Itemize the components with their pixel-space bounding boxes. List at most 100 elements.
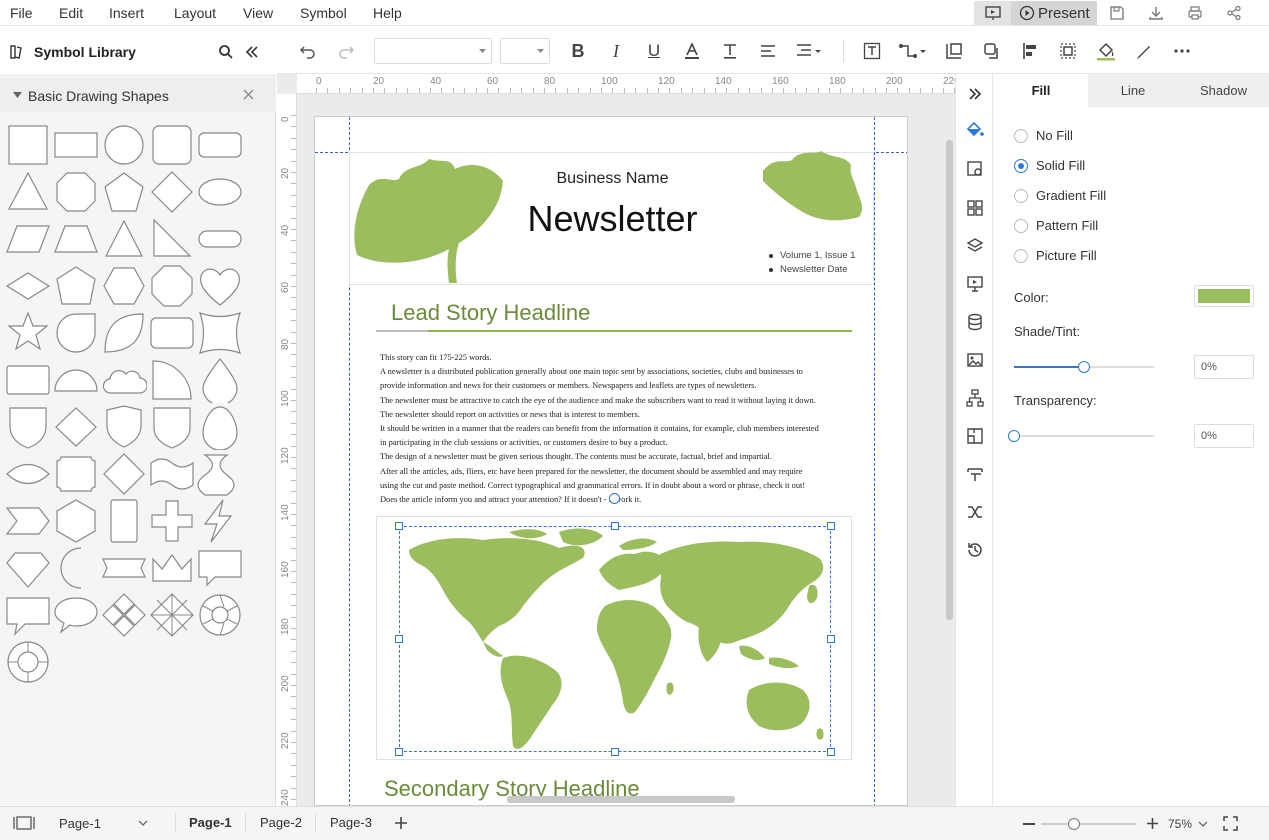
newsletter-title[interactable]: Newsletter bbox=[465, 198, 760, 240]
text-style-icon[interactable] bbox=[717, 38, 743, 64]
slider-thumb[interactable] bbox=[1068, 818, 1081, 830]
shape-droplet[interactable] bbox=[196, 357, 244, 403]
shape-square[interactable] bbox=[4, 122, 52, 168]
shade-slider[interactable] bbox=[1014, 361, 1154, 373]
shape-lightning[interactable] bbox=[196, 498, 244, 544]
shape-trapezoid[interactable] bbox=[52, 216, 100, 262]
shape-rectangle[interactable] bbox=[52, 122, 100, 168]
shape-tall-rect[interactable] bbox=[100, 498, 148, 544]
business-name[interactable]: Business Name bbox=[465, 170, 760, 188]
chevron-down-icon[interactable] bbox=[1198, 821, 1208, 827]
page-layout-icon[interactable] bbox=[13, 816, 35, 830]
collapse-panel-icon[interactable] bbox=[244, 44, 260, 60]
bold-icon[interactable]: B bbox=[565, 38, 591, 64]
menu-help[interactable]: Help bbox=[373, 5, 402, 21]
tab-page-2[interactable]: Page-2 bbox=[260, 815, 302, 830]
floor-plan-icon[interactable] bbox=[965, 426, 985, 446]
shape-teardrop-rounded[interactable] bbox=[52, 310, 100, 356]
expand-panel-icon[interactable] bbox=[965, 84, 985, 104]
shape-pill[interactable] bbox=[196, 216, 244, 262]
page-select[interactable]: Page-1 bbox=[59, 816, 101, 831]
zoom-out-icon[interactable] bbox=[1023, 823, 1035, 825]
tab-page-1[interactable]: Page-1 bbox=[189, 815, 232, 830]
shape-leaf[interactable] bbox=[100, 310, 148, 356]
shape-curved-banner[interactable] bbox=[196, 451, 244, 497]
selection-box[interactable] bbox=[399, 526, 831, 752]
pattern-fill-option[interactable]: Pattern Fill bbox=[1014, 218, 1098, 233]
chevron-down-icon[interactable] bbox=[138, 820, 148, 826]
connector-icon[interactable] bbox=[897, 38, 929, 64]
solid-fill-option[interactable]: Solid Fill bbox=[1014, 158, 1085, 173]
radio-button[interactable] bbox=[1014, 248, 1028, 263]
shape-crown[interactable] bbox=[148, 545, 196, 591]
radio-button[interactable] bbox=[1014, 188, 1028, 203]
redo-icon[interactable] bbox=[333, 38, 359, 64]
zoom-level[interactable]: 75% bbox=[1168, 817, 1192, 831]
shape-rounded-square[interactable] bbox=[148, 122, 196, 168]
resize-handle-n[interactable] bbox=[611, 522, 619, 530]
zoom-slider[interactable] bbox=[1041, 818, 1136, 830]
presentation-screen-icon[interactable] bbox=[983, 4, 1003, 22]
font-size-select[interactable] bbox=[500, 38, 550, 64]
font-family-select[interactable] bbox=[374, 38, 492, 64]
lead-story-body[interactable]: This story can fit 175-225 words. A news… bbox=[380, 351, 860, 507]
color-picker[interactable] bbox=[1194, 285, 1254, 307]
shape-chevron[interactable] bbox=[4, 498, 52, 544]
layers-icon[interactable] bbox=[965, 236, 985, 256]
shape-cloud[interactable] bbox=[100, 357, 148, 403]
save-icon[interactable] bbox=[1106, 1, 1128, 25]
transparency-value-input[interactable]: 0% bbox=[1194, 424, 1254, 448]
present-button[interactable]: Present bbox=[1011, 1, 1097, 25]
tab-fill[interactable]: Fill bbox=[994, 74, 1088, 107]
font-color-icon[interactable] bbox=[679, 38, 705, 64]
download-icon[interactable] bbox=[1145, 1, 1167, 25]
menu-layout[interactable]: Layout bbox=[174, 5, 216, 21]
line-spacing-icon[interactable] bbox=[793, 38, 827, 64]
shape-diamond-3[interactable] bbox=[100, 451, 148, 497]
menu-file[interactable]: File bbox=[10, 5, 33, 21]
underline-icon[interactable]: U bbox=[641, 38, 667, 64]
ginkgo-leaf-right[interactable] bbox=[761, 151, 865, 235]
menu-edit[interactable]: Edit bbox=[59, 5, 83, 21]
menu-insert[interactable]: Insert bbox=[109, 5, 144, 21]
shape-rounded-rect-2[interactable] bbox=[148, 310, 196, 356]
shape-lens[interactable] bbox=[4, 451, 52, 497]
timeline-icon[interactable] bbox=[965, 464, 985, 484]
image-icon[interactable] bbox=[965, 350, 985, 370]
shape-ribbon[interactable] bbox=[100, 545, 148, 591]
fullscreen-icon[interactable] bbox=[1223, 816, 1238, 831]
text-box-icon[interactable] bbox=[859, 38, 885, 64]
shape-gem[interactable] bbox=[4, 545, 52, 591]
shape-scalloped-rect[interactable] bbox=[52, 451, 100, 497]
resize-handle-sw[interactable] bbox=[395, 748, 403, 756]
resize-handle-s[interactable] bbox=[611, 748, 619, 756]
shape-heart[interactable] bbox=[196, 263, 244, 309]
resize-handle-ne[interactable] bbox=[827, 522, 835, 530]
shape-hexagon[interactable] bbox=[100, 263, 148, 309]
random-icon[interactable] bbox=[965, 502, 985, 522]
horizontal-scrollbar[interactable] bbox=[507, 796, 735, 803]
menu-view[interactable]: View bbox=[243, 5, 273, 21]
shape-octagon[interactable] bbox=[52, 169, 100, 215]
shape-quarter-circle[interactable] bbox=[148, 357, 196, 403]
shape-aperture[interactable] bbox=[196, 592, 244, 638]
tab-shadow[interactable]: Shadow bbox=[1178, 74, 1269, 107]
shape-triangle-2[interactable] bbox=[100, 216, 148, 262]
add-page-icon[interactable] bbox=[394, 816, 408, 830]
shape-shield-3[interactable] bbox=[148, 404, 196, 450]
issue-list[interactable]: Volume 1, Issue 1 Newsletter Date bbox=[769, 249, 856, 277]
history-icon[interactable] bbox=[965, 540, 985, 560]
no-fill-option[interactable]: No Fill bbox=[1014, 128, 1073, 143]
resize-handle-e[interactable] bbox=[827, 635, 835, 643]
shape-segmented-circle[interactable] bbox=[4, 639, 52, 685]
group-icon[interactable] bbox=[1055, 38, 1081, 64]
shape-star[interactable] bbox=[4, 310, 52, 356]
gradient-fill-option[interactable]: Gradient Fill bbox=[1014, 188, 1106, 203]
data-icon[interactable] bbox=[965, 312, 985, 332]
rotate-handle[interactable] bbox=[609, 493, 620, 504]
align-objects-icon[interactable] bbox=[1017, 38, 1043, 64]
resize-handle-w[interactable] bbox=[395, 635, 403, 643]
search-icon[interactable] bbox=[218, 44, 234, 60]
shape-triangle[interactable] bbox=[4, 169, 52, 215]
more-icon[interactable] bbox=[1169, 38, 1195, 64]
